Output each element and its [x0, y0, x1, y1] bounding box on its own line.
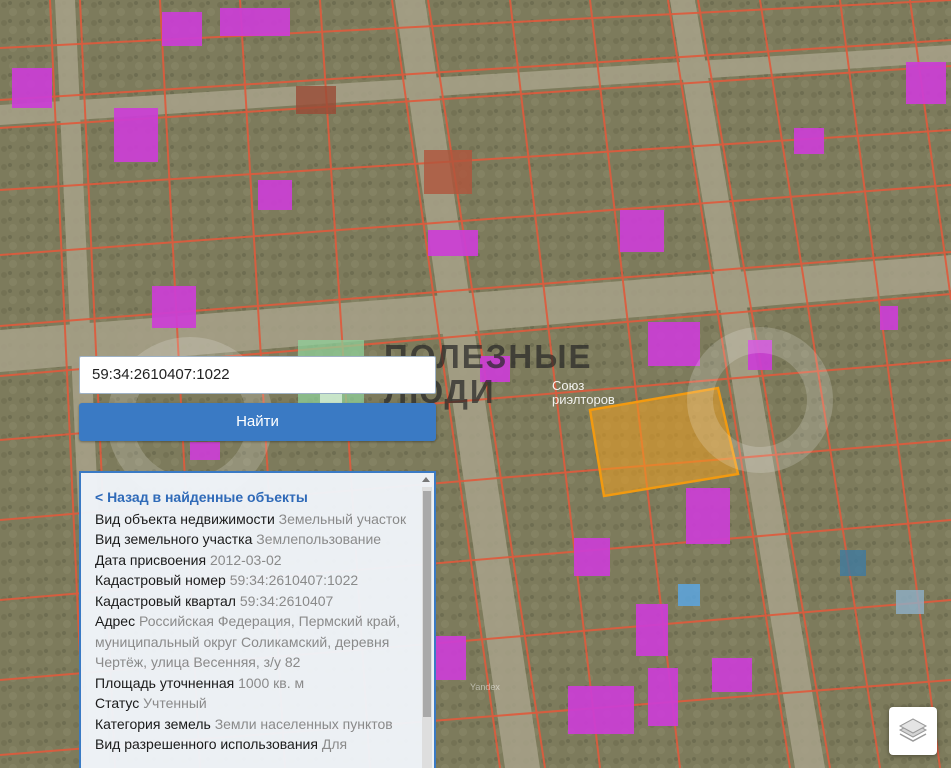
field-label: Дата присвоения: [95, 551, 207, 568]
field-label: Адрес: [95, 613, 136, 629]
object-info-content: < Назад в найденные объекты Вид объекта …: [95, 487, 417, 755]
field-label: Вид разрешенного использования: [95, 736, 318, 752]
field-value: Для: [321, 736, 348, 752]
field-row: Кадастровый квартал 59:34:2610407: [95, 591, 417, 612]
field-row: Статус Учтенный: [95, 693, 417, 714]
field-value: 2012-03-02: [209, 551, 282, 568]
field-label: Статус: [95, 695, 140, 711]
cadastral-search-input[interactable]: 59:34:2610407:1022: [79, 356, 436, 394]
field-row: Категория земель Земли населенных пункто…: [95, 714, 417, 735]
watermark-sub-2: риэлторов: [552, 392, 615, 407]
field-label: Вид земельного участка: [95, 531, 253, 547]
scroll-up-arrow-icon[interactable]: [422, 477, 430, 482]
field-value: 59:34:2610407: [239, 592, 334, 609]
field-value: 59:34:2610407:1022: [229, 572, 359, 588]
field-label: Кадастровый квартал: [95, 592, 236, 609]
back-to-results-link[interactable]: < Назад в найденные объекты: [95, 487, 417, 508]
field-value: Землепользование: [256, 531, 382, 547]
field-row: Кадастровый номер 59:34:2610407:1022: [95, 570, 417, 591]
field-row: Вид объекта недвижимости Земельный участ…: [95, 509, 417, 530]
field-label: Вид объекта недвижимости: [95, 510, 275, 527]
field-value: Земли населенных пунктов: [214, 715, 393, 732]
field-value: 1000 кв. м: [238, 674, 305, 691]
panel-scrollbar[interactable]: [422, 487, 432, 768]
scrollbar-thumb[interactable]: [423, 491, 431, 717]
field-value: Российская Федерация, Пермский край, мун…: [95, 613, 400, 670]
field-label: Категория земель: [95, 715, 211, 732]
field-row: Вид разрешенного использования Для: [95, 734, 417, 755]
field-value: Земельный участок: [278, 510, 407, 527]
field-value: Учтенный: [143, 695, 207, 711]
layers-button[interactable]: [889, 707, 937, 755]
find-button[interactable]: Найти: [79, 403, 436, 441]
field-label: Кадастровый номер: [95, 572, 226, 588]
watermark-sub-1: Союз: [552, 378, 585, 393]
map-copyright: Yandex: [470, 682, 500, 692]
field-row: Дата присвоения 2012-03-02: [95, 550, 417, 571]
layers-icon: [898, 718, 928, 742]
object-info-panel: < Назад в найденные объекты Вид объекта …: [79, 471, 436, 768]
field-row: Вид земельного участка Землепользование: [95, 529, 417, 550]
field-row: Площадь уточненная 1000 кв. м: [95, 673, 417, 694]
field-row: Адрес Российская Федерация, Пермский кра…: [95, 611, 417, 673]
field-label: Площадь уточненная: [95, 674, 235, 691]
